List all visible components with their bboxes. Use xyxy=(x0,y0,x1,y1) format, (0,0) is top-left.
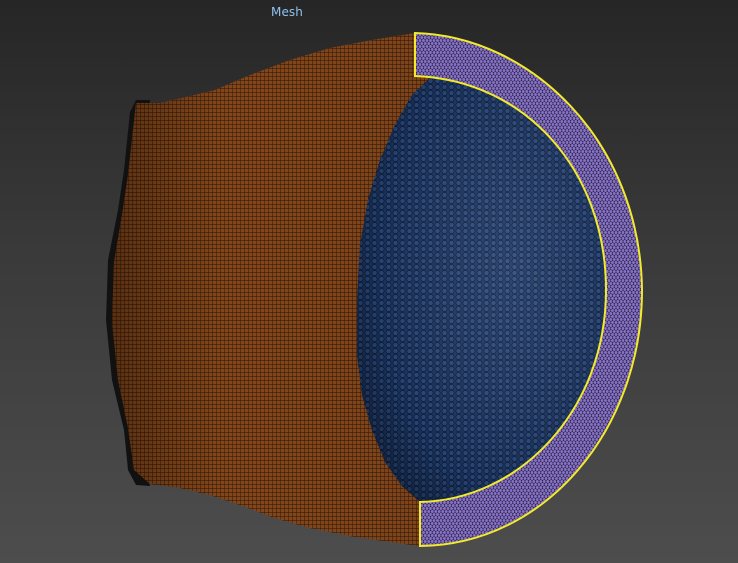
mesh-scene[interactable] xyxy=(0,0,738,563)
graphics-viewport[interactable]: Mesh xyxy=(0,0,738,563)
